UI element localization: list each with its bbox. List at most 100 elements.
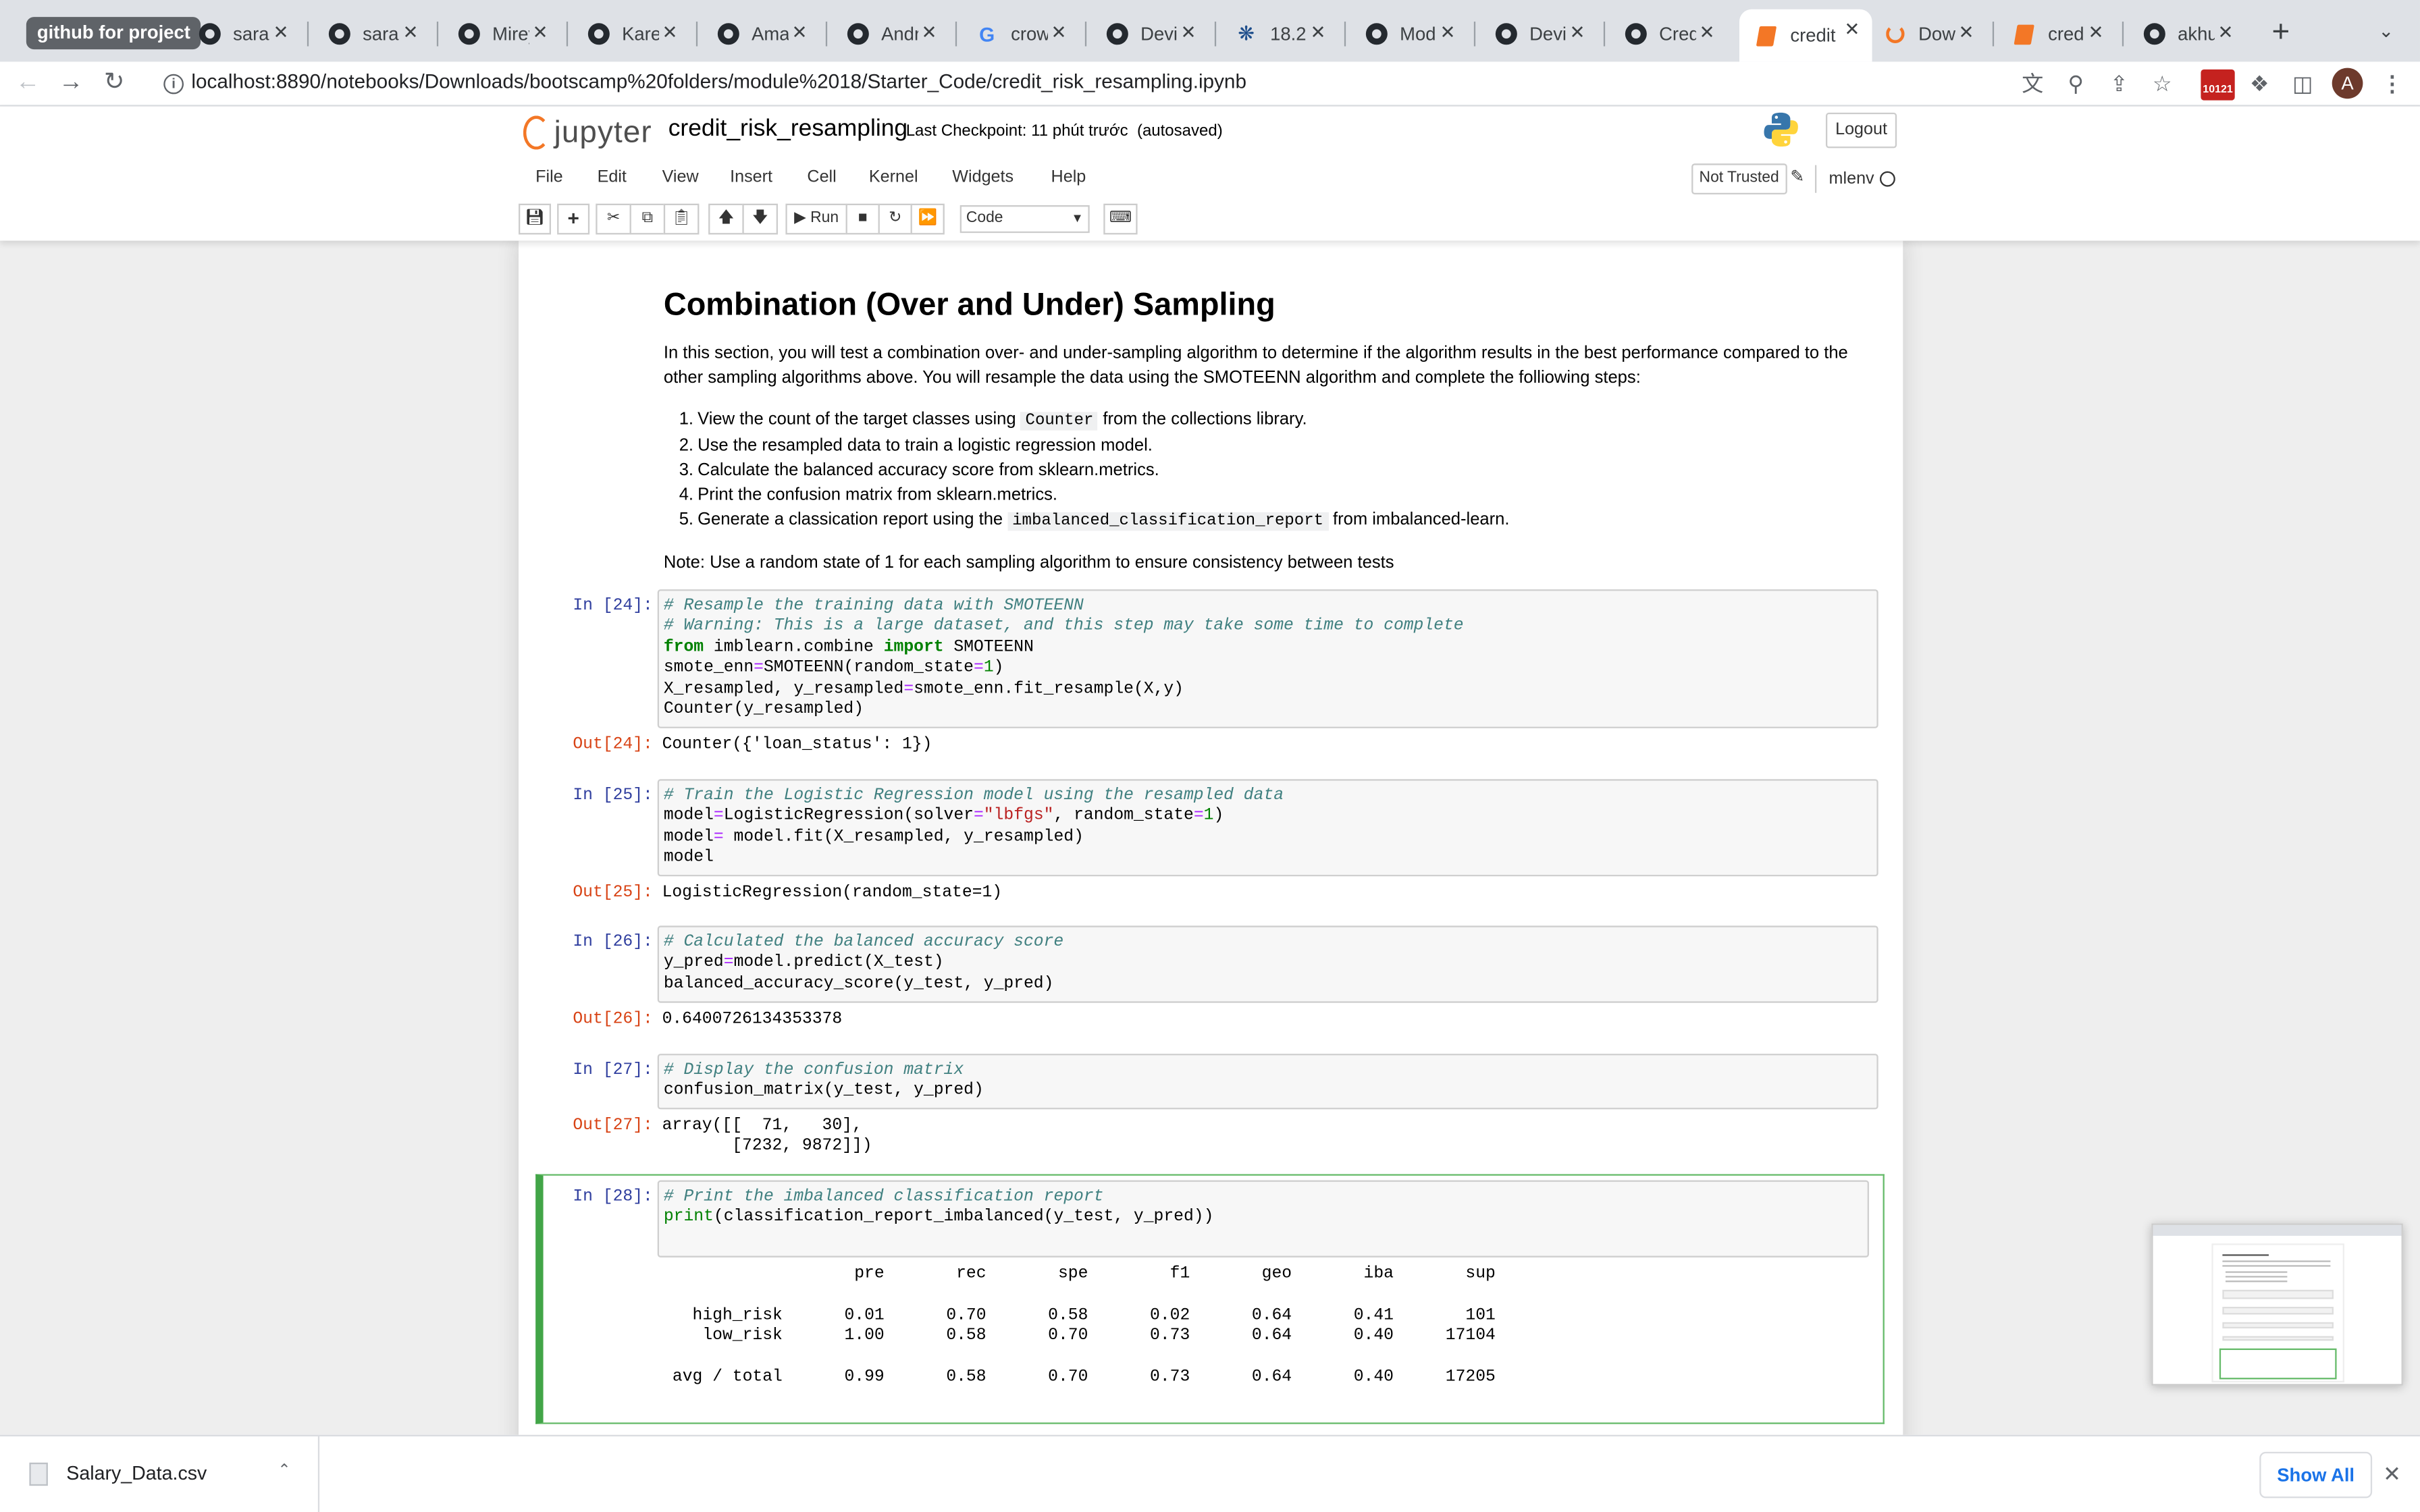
browser-tab[interactable]: Andre✕ bbox=[835, 12, 949, 55]
paste-icon[interactable]: 📋︎ bbox=[663, 203, 700, 235]
browser-tab[interactable]: Devin✕ bbox=[1095, 12, 1209, 55]
close-tab-icon[interactable]: ✕ bbox=[789, 22, 810, 43]
menu-item-help[interactable]: Help bbox=[1051, 168, 1086, 186]
classification-report: pre rec spe f1 geo iba sup high_risk 0.01 0.70 0.… bbox=[662, 1265, 1496, 1389]
browser-tab[interactable]: Amaz✕ bbox=[706, 12, 820, 55]
browser-tab[interactable]: Credi✕ bbox=[1613, 12, 1727, 55]
close-tab-icon[interactable]: ✕ bbox=[2215, 22, 2236, 43]
code-cell-input[interactable]: # Display the confusion matrix confusion… bbox=[657, 1054, 1878, 1110]
close-tab-icon[interactable]: ✕ bbox=[918, 22, 940, 43]
code-cell-input[interactable]: # Train the Logistic Regression model us… bbox=[657, 779, 1878, 877]
report-row-label: high_risk bbox=[692, 1306, 783, 1325]
screenshot-thumbnail[interactable] bbox=[2151, 1223, 2403, 1386]
kebab-menu-icon[interactable]: ⋮ bbox=[2377, 68, 2408, 99]
url-field[interactable]: localhost:8890/notebooks/Downloads/boots… bbox=[191, 70, 1246, 92]
close-tab-icon[interactable]: ✕ bbox=[2085, 22, 2107, 43]
profile-avatar[interactable]: A bbox=[2332, 68, 2363, 99]
browser-tab[interactable]: credit ✕ bbox=[1739, 9, 1872, 62]
side-panel-icon[interactable]: ◫ bbox=[2287, 68, 2318, 99]
menu-item-insert[interactable]: Insert bbox=[730, 168, 772, 186]
close-tab-icon[interactable]: ✕ bbox=[1567, 22, 1588, 43]
browser-tab[interactable]: Gcrowd✕ bbox=[965, 12, 1079, 55]
tab-search-chevron-icon[interactable]: ⌄ bbox=[2378, 20, 2394, 42]
run-button[interactable]: ▶ Run bbox=[785, 203, 847, 235]
logout-button[interactable]: Logout bbox=[1825, 112, 1897, 148]
browser-tab[interactable]: Karen✕ bbox=[576, 12, 690, 55]
share-icon[interactable]: ⇪ bbox=[2103, 68, 2134, 99]
menu-item-cell[interactable]: Cell bbox=[807, 168, 836, 186]
tab-label: Down bbox=[1918, 23, 1955, 45]
close-tab-icon[interactable]: ✕ bbox=[1696, 22, 1718, 43]
close-tab-icon[interactable]: ✕ bbox=[400, 22, 421, 43]
notebook-name[interactable]: credit_risk_resampling bbox=[668, 115, 908, 143]
extensions-puzzle-icon[interactable]: ❖ bbox=[2244, 68, 2275, 99]
chevron-up-icon[interactable]: ⌃ bbox=[278, 1463, 290, 1480]
code-cell-input[interactable]: # Print the imbalanced classification re… bbox=[657, 1180, 1869, 1258]
report-cell: 0.01 bbox=[844, 1306, 885, 1325]
browser-tab[interactable]: Mirey✕ bbox=[446, 12, 560, 55]
browser-tab[interactable]: akhu ✕ bbox=[2132, 12, 2246, 55]
zoom-icon[interactable]: ⚲ bbox=[2060, 68, 2091, 99]
close-tab-icon[interactable]: ✕ bbox=[1178, 22, 1199, 43]
cut-icon[interactable]: ✂ bbox=[596, 203, 631, 235]
move-up-icon[interactable]: 🡅 bbox=[708, 203, 744, 235]
code-cell-input[interactable]: # Resample the training data with SMOTEE… bbox=[657, 589, 1878, 728]
browser-tab[interactable]: Modu✕ bbox=[1354, 12, 1468, 55]
browser-tab[interactable]: credi ✕ bbox=[2002, 12, 2116, 55]
code-comment: # Calculated the balanced accuracy score bbox=[663, 933, 1064, 952]
site-info-icon[interactable]: i bbox=[163, 74, 184, 94]
browser-tab[interactable]: ❋ 18.2.3✕ bbox=[1224, 12, 1338, 55]
edit-pencil-icon[interactable]: ✎ bbox=[1790, 167, 1804, 186]
new-tab-icon[interactable]: + bbox=[2272, 17, 2290, 48]
browser-tab[interactable]: sarah✕ bbox=[187, 12, 301, 55]
save-icon[interactable]: 💾︎ bbox=[518, 203, 551, 235]
forward-arrow-icon[interactable]: → bbox=[53, 65, 90, 102]
gmail-extension-icon[interactable]: 10121 bbox=[2201, 69, 2235, 101]
tab-label: Karen bbox=[622, 23, 659, 45]
kernel-name[interactable]: mlenv bbox=[1814, 165, 1874, 193]
tab-label: 18.2.3 bbox=[1270, 23, 1307, 45]
copy-icon[interactable]: ⧉ bbox=[629, 203, 666, 235]
tab-separator bbox=[1603, 21, 1606, 47]
browser-tab[interactable]: Down✕ bbox=[1872, 12, 1987, 55]
github-icon bbox=[1494, 22, 1517, 45]
reload-icon[interactable]: ↻ bbox=[96, 65, 133, 102]
menu-item-kernel[interactable]: Kernel bbox=[869, 168, 918, 186]
close-tab-icon[interactable]: ✕ bbox=[529, 22, 551, 43]
close-tab-icon[interactable]: ✕ bbox=[1437, 22, 1458, 43]
jupyter-logo[interactable]: jupyter bbox=[523, 113, 652, 153]
tab-group-label[interactable]: github for project bbox=[26, 17, 201, 50]
close-tab-icon[interactable]: ✕ bbox=[1841, 18, 1863, 40]
restart-icon[interactable]: ↻ bbox=[878, 203, 912, 235]
cell-type-select[interactable]: Code ▼ bbox=[959, 205, 1090, 234]
close-tab-icon[interactable]: ✕ bbox=[1307, 22, 1329, 43]
markdown-cell[interactable]: Combination (Over and Under) Sampling In… bbox=[664, 287, 1883, 575]
move-down-icon[interactable]: 🡇 bbox=[742, 203, 778, 235]
back-arrow-icon[interactable]: ← bbox=[9, 65, 47, 102]
report-cell: 0.70 bbox=[1048, 1368, 1088, 1387]
code-cell-input[interactable]: # Calculated the balanced accuracy score… bbox=[657, 925, 1878, 1003]
download-item[interactable]: Salary_Data.csv ⌃ bbox=[0, 1436, 320, 1512]
close-tab-icon[interactable]: ✕ bbox=[1048, 22, 1070, 43]
restart-run-all-icon[interactable]: ⏩ bbox=[910, 203, 945, 235]
menu-item-edit[interactable]: Edit bbox=[598, 168, 627, 186]
close-tab-icon[interactable]: ✕ bbox=[270, 22, 292, 43]
close-tab-icon[interactable]: ✕ bbox=[1955, 22, 1977, 43]
trust-button[interactable]: Not Trusted bbox=[1691, 163, 1787, 194]
stop-icon[interactable]: ■ bbox=[845, 203, 880, 235]
report-header-cell: spe bbox=[1057, 1265, 1088, 1284]
show-all-button[interactable]: Show All bbox=[2259, 1451, 2373, 1498]
menu-item-file[interactable]: File bbox=[535, 168, 563, 186]
browser-tab[interactable]: Devin✕ bbox=[1483, 12, 1598, 55]
menu-item-view[interactable]: View bbox=[662, 168, 699, 186]
menu-item-widgets[interactable]: Widgets bbox=[952, 168, 1014, 186]
checkpoint-status: Last Checkpoint: 11 phút trước (autosave… bbox=[906, 122, 1223, 140]
keyboard-icon[interactable]: ⌨ bbox=[1103, 203, 1138, 235]
close-icon[interactable]: ✕ bbox=[2383, 1461, 2401, 1488]
close-tab-icon[interactable]: ✕ bbox=[659, 22, 681, 43]
browser-tab[interactable]: sarah✕ bbox=[317, 12, 431, 55]
insert-cell-icon[interactable]: + bbox=[557, 203, 590, 235]
translate-icon[interactable]: 文 bbox=[2017, 68, 2048, 99]
bookmark-star-icon[interactable]: ☆ bbox=[2147, 68, 2178, 99]
screen: github for project sarah✕ sarah✕ Mirey✕ Kar… bbox=[0, 0, 2420, 1512]
